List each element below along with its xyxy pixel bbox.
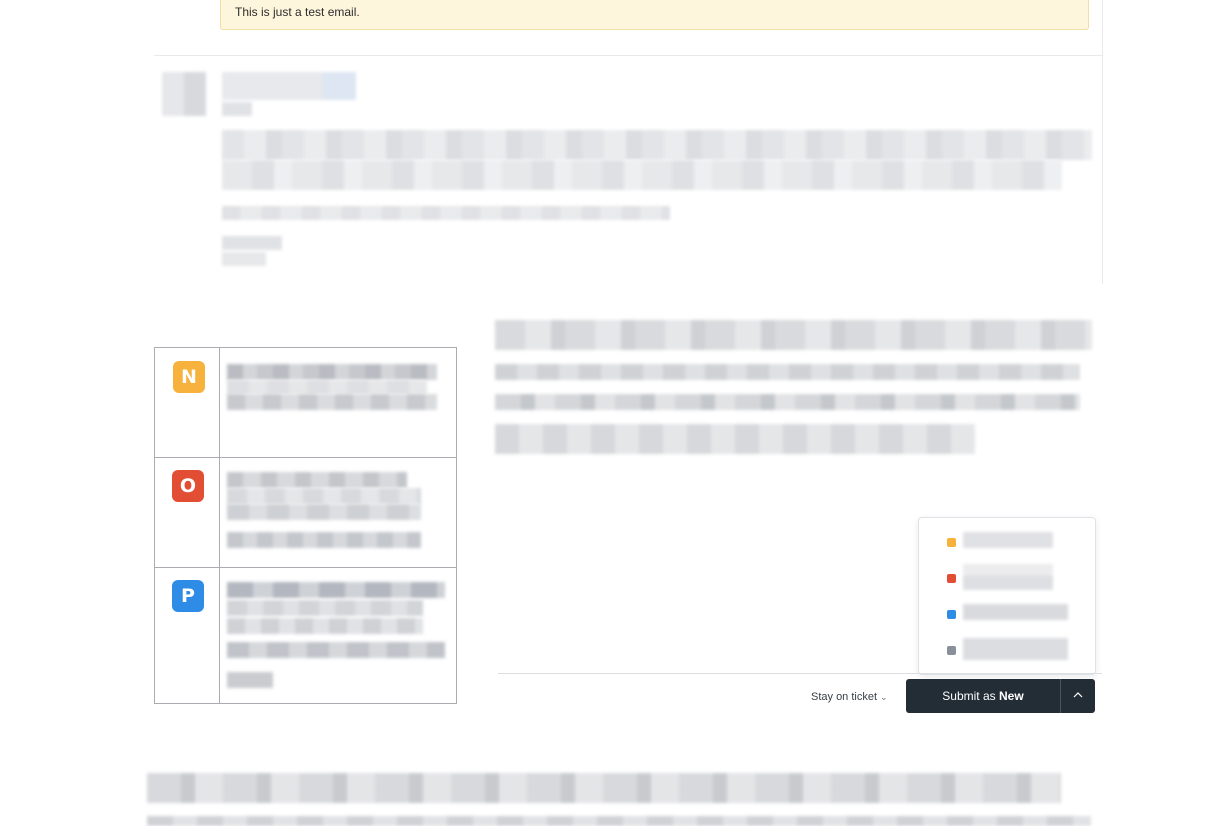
status-color-swatch <box>947 574 956 583</box>
email-body-text: This is just a test email. <box>235 5 360 19</box>
message-timestamp <box>222 102 252 116</box>
status-option-label <box>963 532 1053 548</box>
message-signature <box>222 236 282 250</box>
message-body-line <box>222 206 670 220</box>
legend-description <box>227 618 423 634</box>
conversation-right-border <box>1102 0 1103 284</box>
reply-paragraph-line <box>495 424 975 454</box>
email-notice: This is just a test email. <box>220 0 1089 30</box>
stay-on-ticket-label: Stay on ticket <box>811 691 878 703</box>
status-option-label <box>963 638 1068 660</box>
status-option-label <box>963 564 1053 590</box>
legend-description <box>227 472 407 488</box>
legend-description <box>227 380 427 394</box>
status-color-swatch <box>947 538 956 547</box>
conversation-divider <box>154 55 1103 56</box>
legend-description <box>227 642 445 658</box>
message-body-line <box>222 160 1062 190</box>
submit-options-toggle[interactable] <box>1061 679 1095 713</box>
stay-on-ticket-dropdown[interactable]: Stay on ticket ⌄ <box>811 689 888 705</box>
chevron-up-icon <box>1073 692 1083 698</box>
status-option-open[interactable] <box>919 564 1095 590</box>
message-body-line <box>222 130 1092 160</box>
submit-status-label: New <box>999 689 1024 703</box>
status-option-label <box>963 604 1068 620</box>
submit-status-menu <box>918 517 1096 675</box>
reply-paragraph-line <box>495 364 1080 380</box>
legend-description <box>227 582 445 598</box>
legend-description <box>227 532 421 548</box>
legend-description <box>227 364 437 380</box>
status-badge-open: O <box>172 470 204 502</box>
status-option-pending[interactable] <box>919 602 1095 626</box>
legend-description <box>227 600 423 616</box>
chevron-down-icon: ⌄ <box>880 692 888 702</box>
status-badge-pending: P <box>172 580 204 612</box>
next-message-line <box>147 816 1091 826</box>
next-message-line <box>147 773 1061 803</box>
legend-description <box>227 394 437 410</box>
status-color-swatch <box>947 646 956 655</box>
submit-prefix-label: Submit as <box>942 689 999 703</box>
legend-description <box>227 488 421 504</box>
split-button-divider <box>1060 679 1061 713</box>
reply-paragraph-line <box>495 394 1080 410</box>
status-legend-table: N O P <box>154 347 457 704</box>
reply-paragraph-line <box>495 320 1092 350</box>
status-badge-new: N <box>173 361 205 393</box>
status-color-swatch <box>947 610 956 619</box>
legend-description <box>227 672 273 688</box>
status-option-solved[interactable] <box>919 636 1095 662</box>
message-author-name <box>222 72 356 100</box>
composer-footer-divider <box>498 673 1102 674</box>
status-option-new[interactable] <box>919 528 1095 552</box>
message-signature <box>222 252 266 266</box>
legend-description <box>227 504 421 520</box>
submit-button[interactable]: Submit as New <box>906 679 1060 713</box>
